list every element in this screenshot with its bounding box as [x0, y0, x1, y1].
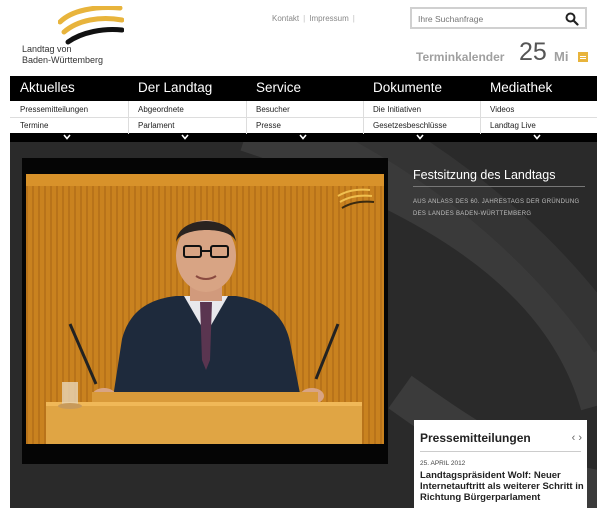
nav-col-der-landtag: Der Landtag Abgeordnete Parlament: [128, 76, 246, 142]
chevron-right-icon[interactable]: ›: [578, 432, 582, 444]
speaker-image: [26, 174, 384, 444]
feature-divider: [413, 186, 585, 187]
nav-sub-besucher[interactable]: Besucher: [256, 105, 290, 114]
nav-item-mediathek[interactable]: Mediathek: [490, 80, 552, 95]
main-nav: Aktuelles Pressemitteilungen Termine Der…: [10, 76, 597, 142]
nav-sub-gesetzesbeschluesse[interactable]: Gesetzesbeschlüsse: [373, 121, 447, 130]
press-date: 25. APRIL 2012: [420, 460, 466, 467]
chevron-left-icon[interactable]: ‹: [572, 432, 576, 444]
search-input[interactable]: [418, 12, 558, 26]
nav-item-der-landtag[interactable]: Der Landtag: [138, 80, 212, 95]
nav-sub-presse[interactable]: Presse: [256, 121, 281, 130]
logo-mark-icon: [58, 6, 124, 45]
nav-separator: [246, 101, 247, 134]
press-title[interactable]: Pressemitteilungen: [420, 431, 531, 445]
feature-title[interactable]: Festsitzung des Landtags: [413, 168, 555, 182]
termin-label: Terminkalender: [416, 50, 505, 64]
nav-item-dokumente[interactable]: Dokumente: [373, 80, 442, 95]
chevron-down-icon[interactable]: [63, 134, 71, 140]
nav-sub-initiativen[interactable]: Die Initiativen: [373, 105, 421, 114]
video-frame[interactable]: [26, 174, 384, 444]
chevron-down-icon[interactable]: [181, 134, 189, 140]
nav-sub-videos[interactable]: Videos: [490, 105, 514, 114]
logo-line-1: Landtag von: [22, 44, 72, 54]
video-player[interactable]: [22, 158, 388, 464]
nav-sub-abgeordnete[interactable]: Abgeordnete: [138, 105, 184, 114]
chevron-down-icon[interactable]: [416, 134, 424, 140]
press-teaser: Pressemitteilungen ‹ › 25. APRIL 2012 La…: [414, 420, 587, 508]
chevron-down-icon[interactable]: [533, 134, 541, 140]
nav-col-dokumente: Dokumente Die Initiativen Gesetzesbeschl…: [363, 76, 481, 142]
separator: |: [352, 14, 355, 23]
press-headline[interactable]: Landtagspräsident Wolf: Neuer Internetau…: [420, 470, 585, 503]
press-divider: [420, 451, 581, 452]
separator: |: [303, 14, 306, 23]
termin-calendar[interactable]: Terminkalender 25 Mi: [416, 38, 591, 68]
search-box: [410, 7, 587, 29]
nav-separator: [363, 101, 364, 134]
nav-col-aktuelles: Aktuelles Pressemitteilungen Termine: [10, 76, 128, 142]
nav-sub-termine[interactable]: Termine: [20, 121, 48, 130]
calendar-icon[interactable]: [578, 52, 588, 62]
termin-weekday: Mi: [554, 49, 569, 64]
termin-day: 25: [519, 38, 547, 66]
kontakt-link[interactable]: Kontakt: [272, 14, 299, 23]
impressum-link[interactable]: Impressum: [309, 14, 349, 23]
nav-item-aktuelles[interactable]: Aktuelles: [20, 80, 75, 95]
nav-sub-landtag-live[interactable]: Landtag Live: [490, 121, 536, 130]
nav-sub-parlament[interactable]: Parlament: [138, 121, 174, 130]
nav-col-mediathek: Mediathek Videos Landtag Live: [480, 76, 598, 142]
nav-col-service: Service Besucher Presse: [246, 76, 364, 142]
top-links: Kontakt | Impressum |: [272, 14, 355, 23]
logo[interactable]: Landtag von Baden-Württemberg: [22, 6, 132, 68]
chevron-down-icon[interactable]: [299, 134, 307, 140]
logo-text: Landtag von Baden-Württemberg: [22, 44, 103, 66]
nav-separator: [480, 101, 481, 134]
nav-separator: [128, 101, 129, 134]
feature-subtitle: AUS ANLASS DES 60. JAHRESTAGS DER GRÜNDU…: [413, 199, 580, 217]
nav-item-service[interactable]: Service: [256, 80, 301, 95]
press-pager: ‹ ›: [572, 432, 582, 444]
search-icon[interactable]: [565, 12, 579, 26]
feature-stage: Festsitzung des Landtags AUS ANLASS DES …: [10, 142, 597, 508]
nav-sub-pressemitteilungen[interactable]: Pressemitteilungen: [20, 105, 88, 114]
logo-line-2: Baden-Württemberg: [22, 55, 104, 65]
